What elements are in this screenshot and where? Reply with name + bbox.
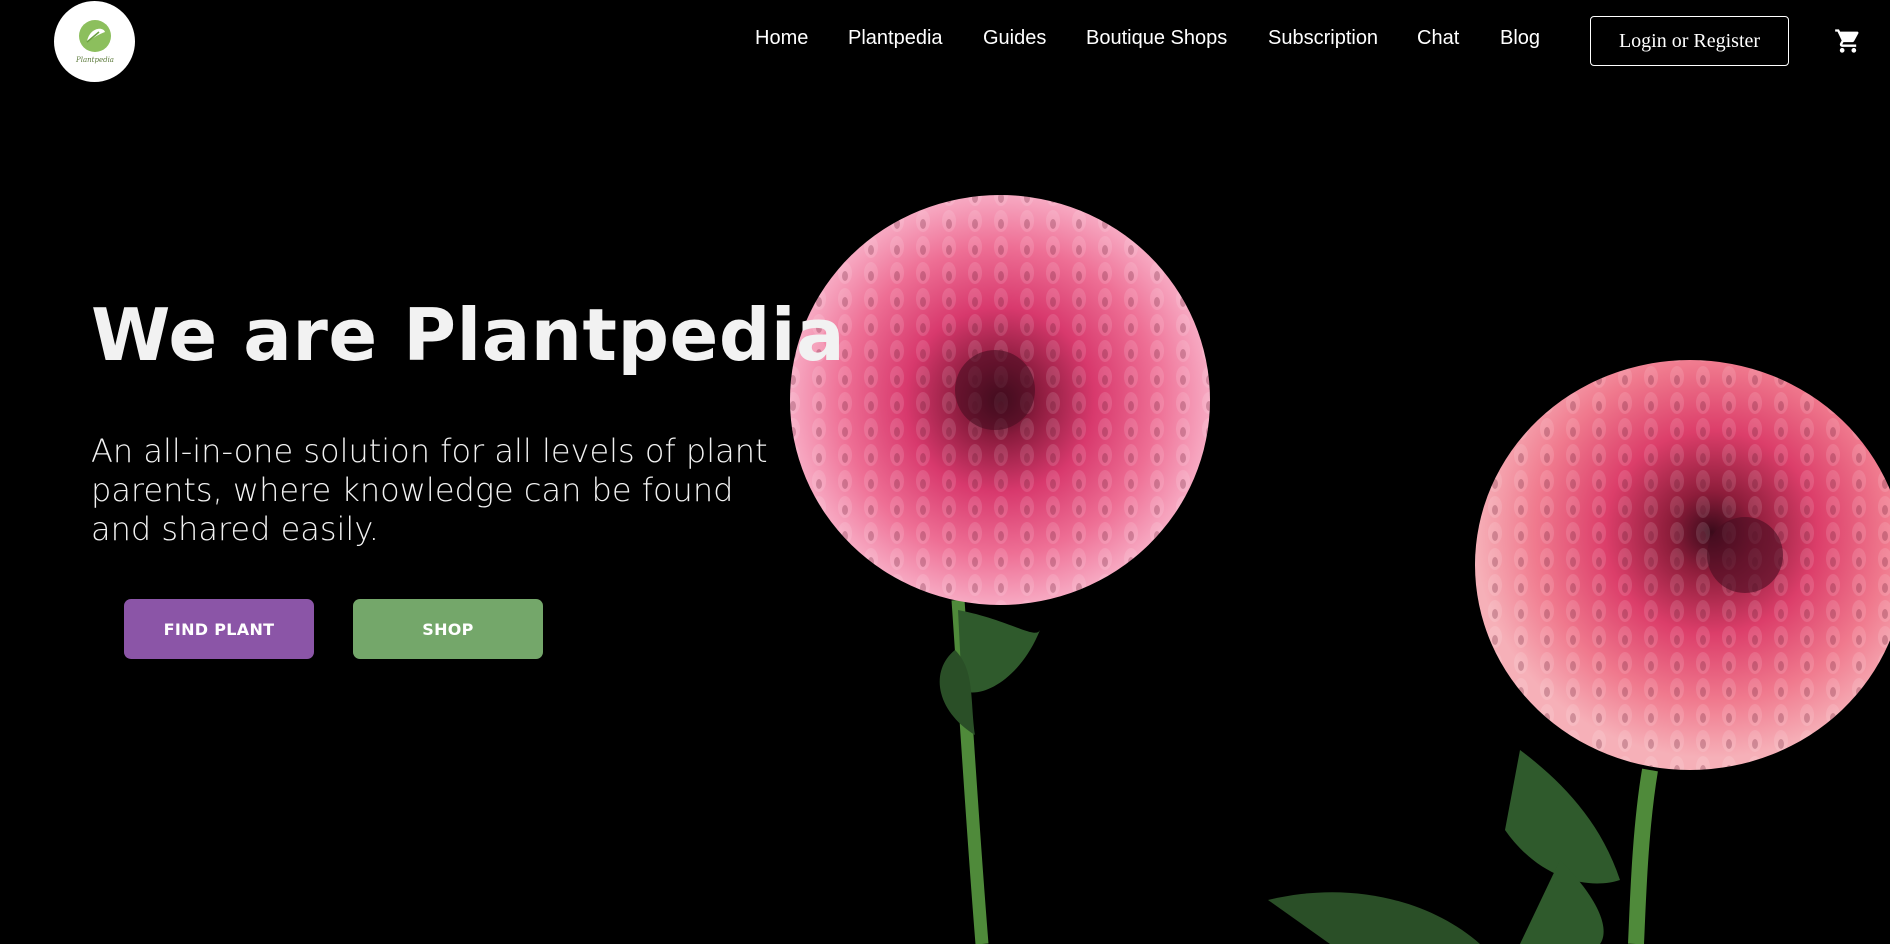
nav-item-boutique-shops[interactable]: Boutique Shops	[1086, 27, 1227, 50]
nav-item-blog[interactable]: Blog	[1500, 27, 1540, 50]
hero-subtitle: An all-in-one solution for all levels of…	[91, 432, 768, 548]
main-nav: Home Plantpedia Guides Boutique Shops Su…	[0, 0, 1890, 80]
landing-page: Plantpedia Home Plantpedia Guides Boutiq…	[0, 0, 1890, 944]
nav-item-home[interactable]: Home	[755, 27, 808, 50]
nav-item-chat[interactable]: Chat	[1417, 27, 1459, 50]
login-register-button[interactable]: Login or Register	[1590, 16, 1789, 66]
hero-title: We are Plantpedia	[91, 293, 846, 377]
nav-item-plantpedia[interactable]: Plantpedia	[848, 27, 943, 50]
shop-button[interactable]: SHOP	[353, 599, 543, 659]
find-plant-button[interactable]: FIND PLANT	[124, 599, 314, 659]
nav-item-subscription[interactable]: Subscription	[1268, 27, 1378, 50]
cart-icon[interactable]	[1834, 27, 1862, 55]
nav-item-guides[interactable]: Guides	[983, 27, 1046, 50]
